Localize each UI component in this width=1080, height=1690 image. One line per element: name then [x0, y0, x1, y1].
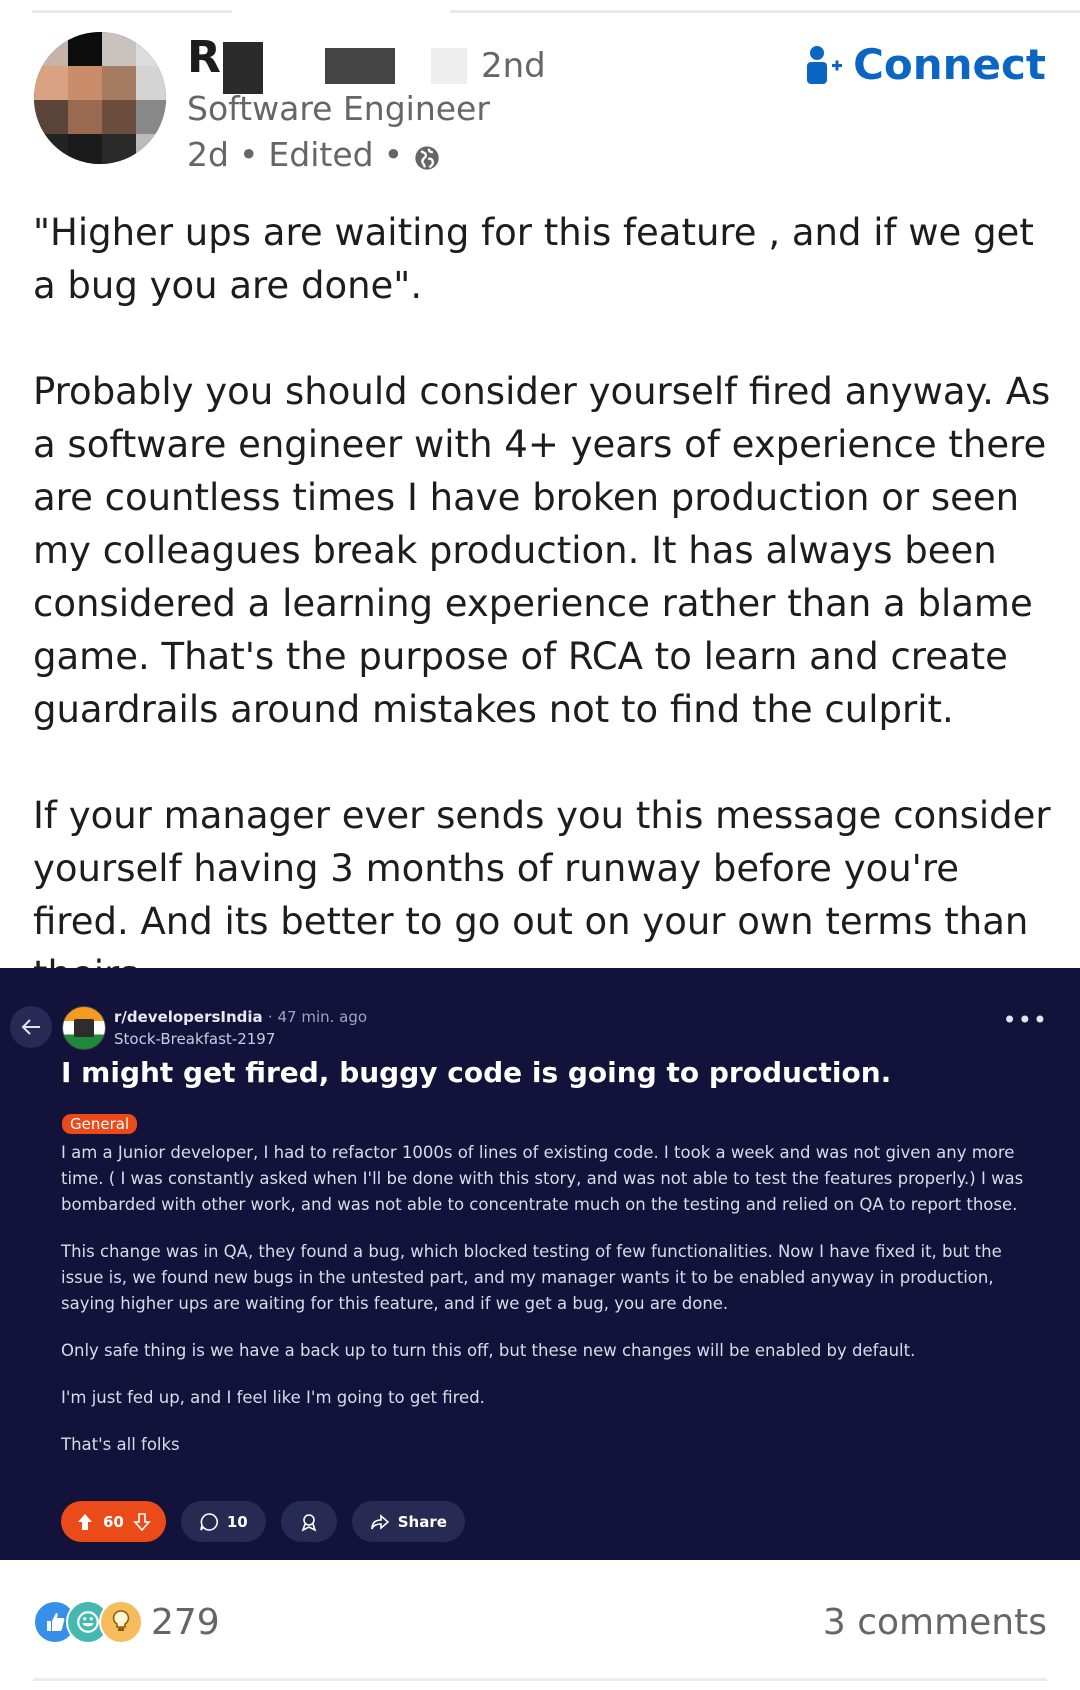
insightful-icon — [99, 1600, 143, 1644]
more-options-icon: ••• — [1002, 1006, 1048, 1034]
post-time: 2d — [187, 135, 229, 174]
author-name[interactable]: R 2nd — [187, 32, 707, 94]
vote-count: 60 — [103, 1512, 124, 1531]
post-text: "Higher ups are waiting for this feature… — [33, 206, 1053, 1054]
share-label: Share — [397, 1512, 447, 1531]
vote-pill: 60 — [61, 1501, 166, 1542]
author-name-text[interactable]: R — [187, 32, 221, 83]
globe-icon — [415, 146, 439, 170]
reddit-username: Stock-Breakfast-2197 — [114, 1030, 276, 1048]
subreddit-name: r/developersIndia — [114, 1008, 263, 1026]
reddit-paragraph: Only safe thing is we have a back up to … — [61, 1341, 916, 1360]
author-headline: Software Engineer — [187, 89, 490, 128]
edited-label: Edited — [268, 135, 374, 174]
top-divider — [32, 10, 1080, 13]
redaction-block — [325, 48, 395, 84]
post-meta: 2d • Edited • — [187, 132, 707, 178]
bottom-divider — [33, 1678, 1047, 1681]
post-paragraph: Probably you should consider yourself fi… — [33, 370, 1051, 731]
reaction-count: 279 — [151, 1601, 220, 1643]
reddit-paragraph: I am a Junior developer, I had to refact… — [61, 1143, 1024, 1214]
post-age: 47 min. ago — [277, 1008, 368, 1026]
avatar[interactable] — [34, 32, 166, 164]
reddit-paragraph: This change was in QA, they found a bug,… — [61, 1242, 1002, 1313]
share-icon — [370, 1513, 389, 1530]
share-pill: Share — [351, 1501, 465, 1542]
social-counts: 279 3 comments — [33, 1590, 1047, 1654]
reddit-post-body: I am a Junior developer, I had to refact… — [61, 1140, 1041, 1479]
reddit-post-title: I might get fired, buggy code is going t… — [61, 1056, 892, 1089]
reddit-action-bar: 60 10 Share — [61, 1501, 465, 1542]
subreddit-line: r/developersIndia · 47 min. ago — [114, 1008, 368, 1026]
embedded-screenshot[interactable]: r/developersIndia · 47 min. ago Stock-Br… — [0, 968, 1080, 1560]
redaction-block — [431, 48, 467, 84]
reactions-summary[interactable]: 279 — [33, 1600, 220, 1644]
award-icon — [301, 1513, 317, 1532]
subreddit-avatar — [62, 1006, 106, 1050]
add-person-icon — [807, 45, 843, 84]
connect-button[interactable]: Connect — [805, 40, 1046, 89]
downvote-icon — [133, 1512, 151, 1531]
connection-degree: 2nd — [481, 46, 546, 86]
reddit-paragraph: That's all folks — [61, 1435, 180, 1454]
comment-icon — [200, 1512, 218, 1531]
comment-count: 10 — [226, 1512, 248, 1531]
upvote-icon — [78, 1513, 92, 1530]
back-arrow-icon — [10, 1006, 52, 1048]
redaction-block — [223, 42, 263, 94]
comments-pill: 10 — [180, 1501, 266, 1542]
author-info: R 2nd Software Engineer 2d • Edited • — [187, 32, 707, 178]
reddit-paragraph: I'm just fed up, and I feel like I'm goi… — [61, 1388, 485, 1407]
post-paragraph: "Higher ups are waiting for this feature… — [33, 211, 1034, 307]
flair-badge: General — [62, 1114, 138, 1134]
comments-link[interactable]: 3 comments — [823, 1602, 1047, 1643]
award-pill — [280, 1501, 337, 1542]
connect-label[interactable]: Connect — [853, 40, 1046, 89]
